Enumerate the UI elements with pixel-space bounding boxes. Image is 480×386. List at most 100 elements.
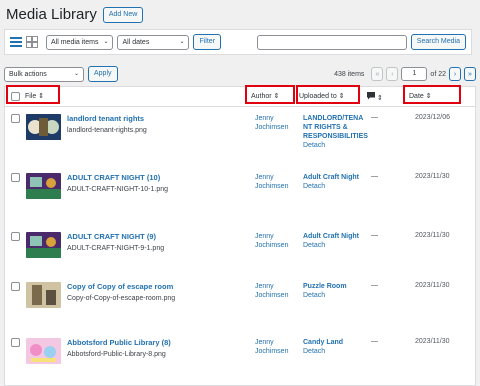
uploaded-to-link[interactable]: NT RIGHTS & xyxy=(303,124,348,131)
page-header: Media Library Add New xyxy=(6,6,144,23)
table-row: Abbotsford Public Library (8) Abbotsford… xyxy=(5,332,475,384)
uploaded-to-link[interactable]: Adult Craft Night xyxy=(303,174,359,181)
author-first: Jenny xyxy=(255,115,274,122)
uploaded-to-link[interactable]: Adult Craft Night xyxy=(303,233,359,240)
filter-button[interactable]: Filter xyxy=(193,34,222,50)
upload-date: 2023/11/30 xyxy=(415,338,450,345)
media-title-link[interactable]: ADULT CRAFT NIGHT (9) xyxy=(67,232,156,241)
row-checkbox[interactable] xyxy=(11,338,20,347)
thumbnail[interactable] xyxy=(26,232,61,258)
pagination: 438 items « ‹ 1 of 22 › » xyxy=(334,67,476,81)
page-title: Media Library xyxy=(6,6,97,23)
highlight-file-column xyxy=(6,85,60,104)
file-name: Copy-of-Copy-of-escape-room.png xyxy=(67,295,176,302)
next-page-button[interactable]: › xyxy=(449,67,461,81)
author-last: Jochimsen xyxy=(255,348,289,355)
uploaded-to-link[interactable]: LANDLORD/TENA xyxy=(303,115,363,122)
bulk-actions-value: Bulk actions xyxy=(9,70,47,78)
media-title-link[interactable]: Copy of Copy of escape room xyxy=(67,282,173,291)
author-link[interactable]: Jenny Jochimsen xyxy=(255,173,295,191)
current-page-input[interactable]: 1 xyxy=(401,67,428,81)
highlight-date-column xyxy=(403,85,461,104)
row-checkbox[interactable] xyxy=(11,282,20,291)
comment-bubble-icon xyxy=(367,92,375,100)
media-type-select[interactable]: All media items ⌄ xyxy=(46,34,114,50)
uploaded-to-link[interactable]: Puzzle Room xyxy=(303,283,347,290)
grid-view-icon[interactable] xyxy=(26,36,38,48)
detach-link[interactable]: Detach xyxy=(303,241,359,250)
detach-link[interactable]: Detach xyxy=(303,347,359,356)
uploaded-to: Adult Craft Night Detach xyxy=(303,173,359,191)
author-link[interactable]: Jenny Jochimsen xyxy=(255,282,295,300)
table-row: ADULT CRAFT NIGHT (10) ADULT-CRAFT-NIGHT… xyxy=(5,167,475,219)
table-nav: Bulk actions ⌄ Apply 438 items « ‹ 1 of … xyxy=(4,66,476,82)
table-row: landlord tenant rights landlord-tenant-r… xyxy=(5,108,475,160)
file-name: Abbotsford-Public-Library-8.png xyxy=(67,351,166,358)
detach-link[interactable]: Detach xyxy=(303,291,359,300)
file-name: ADULT-CRAFT-NIGHT-9-1.png xyxy=(67,245,165,252)
author-last: Jochimsen xyxy=(255,124,289,131)
upload-date: 2023/11/30 xyxy=(415,282,450,289)
date-select-value: All dates xyxy=(122,38,150,46)
comment-count: — xyxy=(371,173,378,180)
row-checkbox[interactable] xyxy=(11,173,20,182)
uploaded-to: Candy Land Detach xyxy=(303,338,359,356)
bulk-actions-select[interactable]: Bulk actions ⌄ xyxy=(4,66,84,82)
thumbnail[interactable] xyxy=(26,114,61,140)
highlight-uploaded-column xyxy=(296,85,360,104)
media-table: File ⇕ Author ⇕ Uploaded to ⇕ ⇕ Date ⇕ l… xyxy=(4,85,476,386)
row-checkbox[interactable] xyxy=(11,114,20,123)
upload-date: 2023/11/30 xyxy=(415,232,450,239)
media-title-link[interactable]: landlord tenant rights xyxy=(67,114,144,123)
author-first: Jenny xyxy=(255,339,274,346)
chevron-down-icon: ⌄ xyxy=(73,70,79,77)
author-link[interactable]: Jenny Jochimsen xyxy=(255,232,295,250)
list-view-icon[interactable] xyxy=(10,36,22,48)
comment-count: — xyxy=(371,282,378,289)
thumbnail[interactable] xyxy=(26,173,61,199)
author-first: Jenny xyxy=(255,174,274,181)
file-name: ADULT-CRAFT-NIGHT-10-1.png xyxy=(67,186,169,193)
chevron-down-icon: ⌄ xyxy=(103,38,109,45)
author-last: Jochimsen xyxy=(255,292,289,299)
author-link[interactable]: Jenny Jochimsen xyxy=(255,114,295,132)
thumbnail[interactable] xyxy=(26,338,61,364)
author-last: Jochimsen xyxy=(255,183,289,190)
last-page-button[interactable]: » xyxy=(464,67,476,81)
chevron-down-icon: ⌄ xyxy=(179,38,185,45)
search-media-button[interactable]: Search Media xyxy=(410,34,466,50)
file-name: landlord-tenant-rights.png xyxy=(67,127,147,134)
upload-date: 2023/12/06 xyxy=(415,114,451,121)
thumbnail[interactable] xyxy=(26,282,61,308)
uploaded-to: LANDLORD/TENA NT RIGHTS & RESPONSIBILITI… xyxy=(303,114,368,150)
first-page-button[interactable]: « xyxy=(371,67,384,81)
prev-page-button[interactable]: ‹ xyxy=(386,67,399,81)
detach-link[interactable]: Detach xyxy=(303,182,359,191)
detach-link[interactable]: Detach xyxy=(303,141,359,150)
comment-count: — xyxy=(371,114,378,121)
apply-button[interactable]: Apply xyxy=(88,66,118,82)
items-count: 438 items xyxy=(334,70,365,78)
media-title-link[interactable]: ADULT CRAFT NIGHT (10) xyxy=(67,173,160,182)
highlight-author-column xyxy=(245,85,295,104)
author-first: Jenny xyxy=(255,233,274,240)
media-filter-bar: All media items ⌄ All dates ⌄ Filter Sea… xyxy=(4,29,472,55)
media-title-link[interactable]: Abbotsford Public Library (8) xyxy=(67,338,171,347)
add-new-button[interactable]: Add New xyxy=(102,6,144,23)
sort-icon: ⇕ xyxy=(376,95,383,102)
author-link[interactable]: Jenny Jochimsen xyxy=(255,338,295,356)
uploaded-to-link[interactable]: Candy Land xyxy=(303,339,343,346)
column-comments[interactable]: ⇕ xyxy=(367,92,383,102)
table-row: Copy of Copy of escape room Copy-of-Copy… xyxy=(5,276,475,328)
uploaded-to: Adult Craft Night Detach xyxy=(303,232,359,250)
uploaded-to-link[interactable]: RESPONSIBILITIES xyxy=(303,133,368,140)
date-select[interactable]: All dates ⌄ xyxy=(117,34,190,50)
row-checkbox[interactable] xyxy=(11,232,20,241)
uploaded-to: Puzzle Room Detach xyxy=(303,282,359,300)
comment-count: — xyxy=(371,232,378,239)
media-type-select-value: All media items xyxy=(51,38,99,46)
upload-date: 2023/11/30 xyxy=(415,173,450,180)
comment-count: — xyxy=(371,338,378,345)
search-input[interactable] xyxy=(256,34,407,50)
total-pages: of 22 xyxy=(430,70,446,78)
